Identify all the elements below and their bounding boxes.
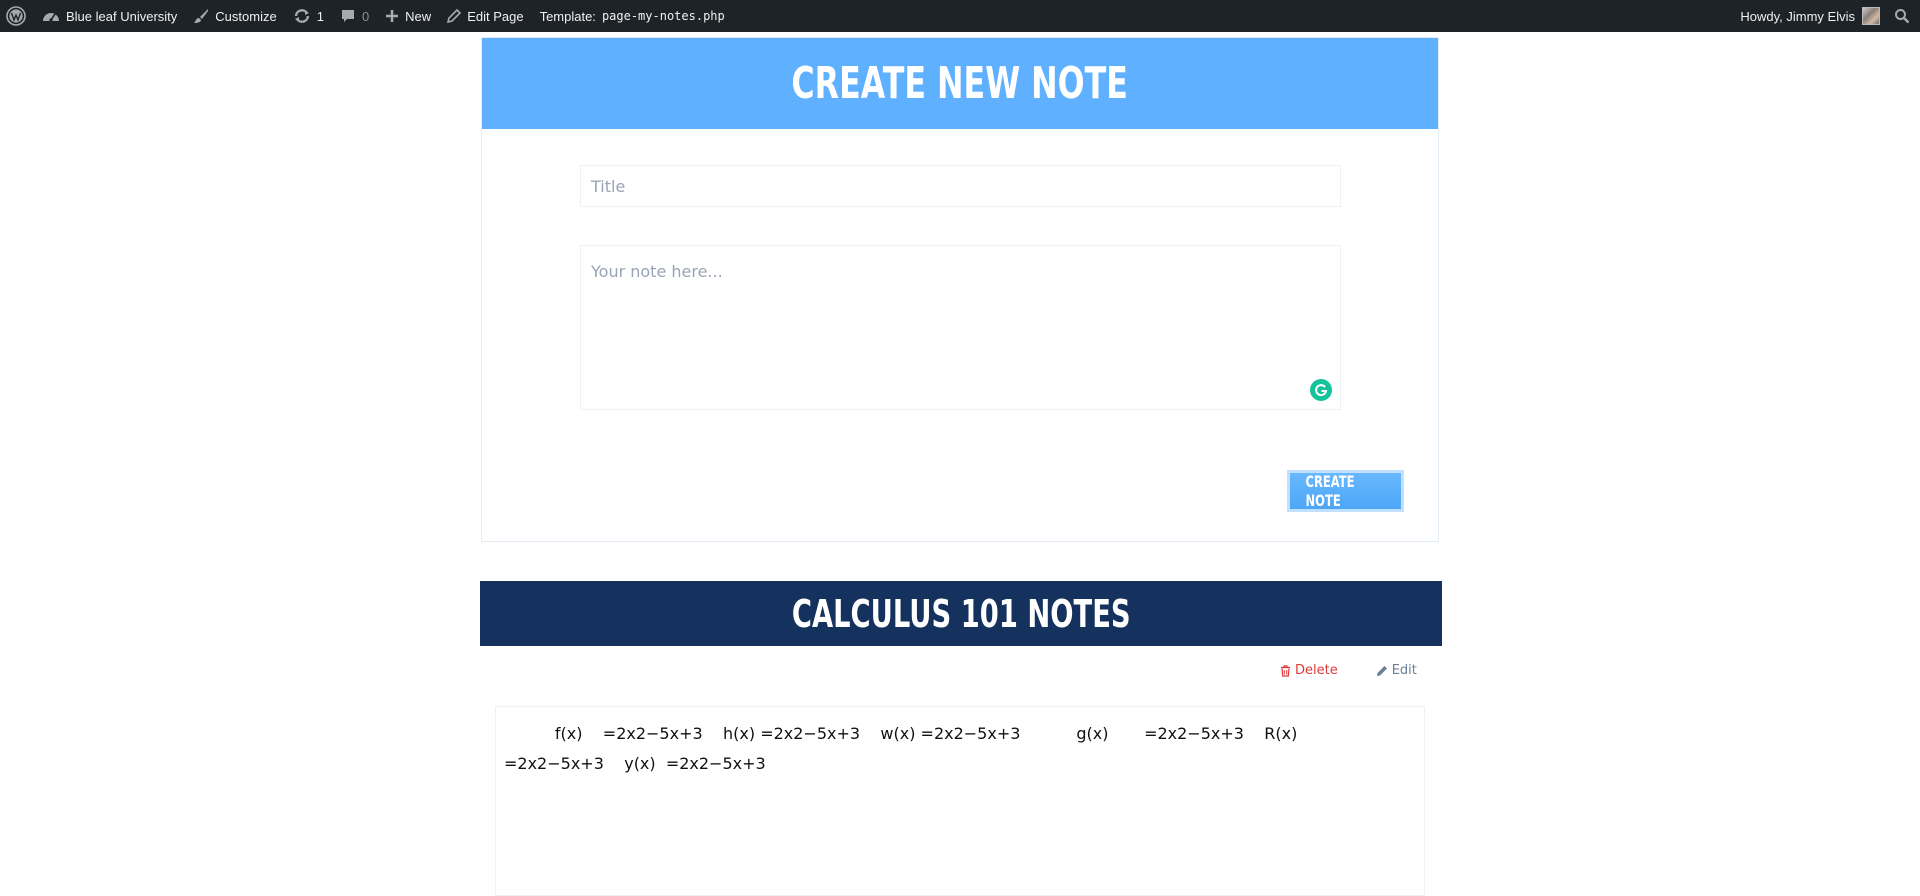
pencil-icon	[1376, 665, 1388, 677]
new-label: New	[405, 8, 432, 24]
edit-page-label: Edit Page	[467, 8, 524, 24]
note-actions: Delete Edit	[1280, 663, 1417, 678]
delete-label: Delete	[1295, 663, 1338, 678]
note-body-textarea[interactable]: Your note here...	[580, 245, 1341, 410]
site-name-link[interactable]: Blue leaf University	[34, 0, 185, 32]
template-file: page-my-notes.php	[601, 9, 725, 23]
customize-link[interactable]: Customize	[185, 0, 284, 32]
template-info: Template: page-my-notes.php	[532, 0, 733, 32]
delete-note-button[interactable]: Delete	[1280, 663, 1338, 678]
note-title-input[interactable]: Title	[580, 165, 1341, 207]
note-header: Calculus 101 Notes	[480, 581, 1442, 646]
create-note-header: Create New Note	[482, 38, 1438, 129]
plus-icon	[385, 9, 399, 23]
pencil-icon	[447, 9, 462, 23]
paintbrush-icon	[193, 8, 209, 24]
updates-count: 1	[316, 8, 324, 24]
edit-page-link[interactable]: Edit Page	[439, 0, 531, 32]
account-greeting: Howdy, Jimmy Elvis	[1740, 8, 1855, 24]
create-note-card: Create New Note Title Your note here... …	[481, 37, 1439, 542]
trash-icon	[1280, 664, 1291, 677]
note-title-placeholder: Title	[591, 177, 626, 196]
refresh-icon	[293, 8, 311, 24]
site-name-label: Blue leaf University	[66, 8, 178, 24]
create-note-button[interactable]: Create Note	[1287, 470, 1404, 512]
search-button[interactable]	[1886, 0, 1920, 32]
dashboard-icon	[42, 8, 60, 24]
comments-link[interactable]: 0	[332, 0, 377, 32]
comment-bubble-icon	[340, 8, 356, 24]
note-body-placeholder: Your note here...	[591, 262, 723, 281]
template-label: Template:	[539, 8, 596, 24]
admin-bar-right: Howdy, Jimmy Elvis	[1732, 0, 1920, 32]
wordpress-logo-icon[interactable]	[0, 0, 34, 32]
admin-bar-left: Blue leaf University Customize 1 0 New E…	[0, 0, 733, 32]
avatar	[1862, 7, 1880, 25]
search-icon	[1894, 8, 1910, 24]
edit-note-button[interactable]: Edit	[1376, 663, 1417, 678]
new-content-link[interactable]: New	[377, 0, 439, 32]
comments-count: 0	[361, 8, 370, 24]
customize-label: Customize	[215, 8, 277, 24]
note-content[interactable]: f(x) =2x2−5x+3 h(x) =2x2−5x+3 w(x) =2x2−…	[495, 706, 1425, 896]
create-note-button-label: Create Note	[1305, 472, 1355, 510]
grammarly-icon[interactable]	[1310, 379, 1332, 401]
account-menu[interactable]: Howdy, Jimmy Elvis	[1732, 0, 1886, 32]
create-note-heading: Create New Note	[791, 58, 1129, 109]
note-heading: Calculus 101 Notes	[791, 591, 1131, 636]
edit-label: Edit	[1391, 663, 1417, 678]
updates-link[interactable]: 1	[285, 0, 332, 32]
admin-bar: Blue leaf University Customize 1 0 New E…	[0, 0, 1920, 32]
